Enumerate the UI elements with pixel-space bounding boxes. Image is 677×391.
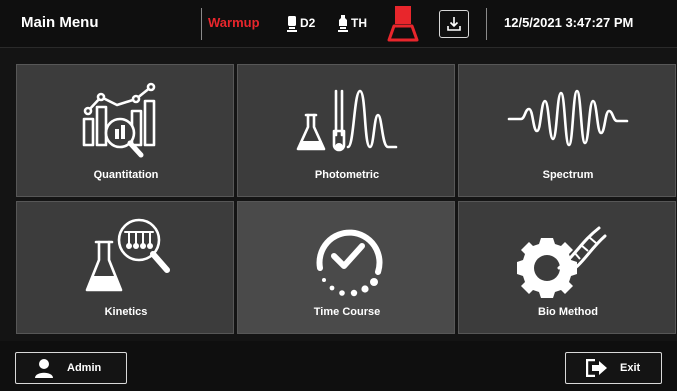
lamp-icon <box>338 14 348 32</box>
tile-quantitation[interactable]: Quantitation <box>16 64 234 197</box>
user-button-label: Admin <box>67 362 102 374</box>
tile-label: Kinetics <box>104 306 148 318</box>
datetime: 12/5/2021 3:47:27 PM <box>504 15 634 30</box>
exit-button[interactable]: Exit <box>565 352 662 384</box>
tile-spectrum[interactable]: Spectrum <box>458 64 676 197</box>
exit-icon <box>586 359 607 377</box>
tile-bio-method[interactable]: Bio Method <box>458 201 676 334</box>
main-menu-screen: Main Menu Warmup D2 TH 12/5/2021 3:47:27… <box>0 0 677 391</box>
tile-label: Time Course <box>313 306 381 318</box>
download-button[interactable] <box>439 10 469 38</box>
tile-label: Spectrum <box>542 169 594 181</box>
divider <box>486 8 487 40</box>
time-course-icon <box>316 229 383 297</box>
tile-photometric[interactable]: Photometric <box>237 64 455 197</box>
exit-button-label: Exit <box>620 362 641 374</box>
lamp-d2-label: D2 <box>300 16 316 30</box>
top-bar: Main Menu Warmup D2 TH 12/5/2021 3:47:27… <box>0 0 677 48</box>
quantitation-icon <box>82 82 156 158</box>
tile-time-course[interactable]: Time Course <box>237 201 455 334</box>
lamp-th-label: TH <box>351 16 367 30</box>
tile-label: Bio Method <box>538 306 598 318</box>
lamp-icon <box>287 15 297 32</box>
kinetics-icon <box>85 218 170 292</box>
bio-method-icon <box>517 226 607 298</box>
page-title: Main Menu <box>21 14 99 31</box>
user-icon <box>35 359 53 378</box>
tile-label: Photometric <box>314 169 380 181</box>
lamp-th-status: TH <box>338 14 367 32</box>
bottom-bar: Admin Exit <box>0 341 677 391</box>
sample-compartment-icon[interactable] <box>387 5 419 43</box>
status-warmup: Warmup <box>208 15 260 30</box>
lamp-d2-status: D2 <box>287 14 315 32</box>
spectrum-icon <box>507 89 629 147</box>
download-icon <box>447 17 461 31</box>
tile-label: Quantitation <box>93 169 159 181</box>
tile-kinetics[interactable]: Kinetics <box>16 201 234 334</box>
photometric-icon <box>296 89 398 152</box>
divider <box>201 8 202 40</box>
user-button[interactable]: Admin <box>15 352 127 384</box>
